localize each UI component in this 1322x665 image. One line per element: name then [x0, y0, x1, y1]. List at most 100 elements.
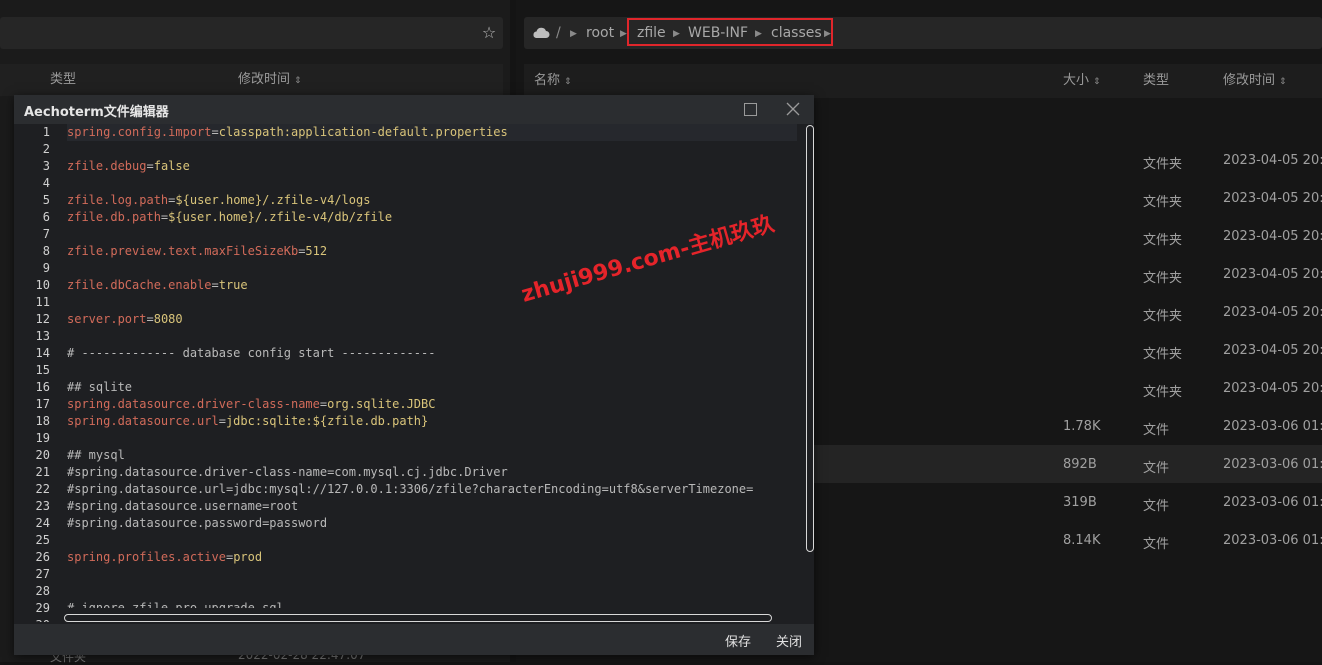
cloud-icon[interactable] [532, 27, 550, 39]
line-number: 13 [35, 329, 50, 343]
line-number-gutter: 1 2 3 4 5 6 7 8 9 10 11 12 13 14 15 16 17 18 19 20 21 22 23 24 2… [14, 124, 64, 622]
row-type: 文件夹 [1143, 271, 1183, 286]
sort-icon: ⇕ [564, 77, 572, 87]
horizontal-scrollbar[interactable] [64, 614, 772, 622]
annotation-highlight-box [627, 18, 833, 46]
editor-footer: 保存 关闭 [14, 624, 814, 655]
close-button[interactable]: 关闭 [776, 631, 802, 650]
property-key: zfile.log.path [67, 193, 169, 207]
line-number: 30 [14, 618, 50, 622]
code-line: spring.datasource.driver-class-name=org.… [67, 397, 435, 411]
sort-icon: ⇕ [1279, 77, 1287, 87]
property-value: org.sqlite.JDBC [327, 397, 436, 411]
row-modified: 2023-03-06 01:2 [1223, 419, 1322, 434]
comment: # ignore zfile-pro-upgrade.sql [67, 601, 284, 608]
row-modified: 2023-04-05 20:2 [1223, 381, 1322, 396]
code-line: zfile.log.path=${user.home}/.zfile-v4/lo… [67, 193, 370, 207]
equals-sign: = [211, 125, 219, 139]
maximize-icon[interactable] [744, 103, 757, 116]
line-number: 12 [35, 312, 50, 326]
row-size: 8.14K [1063, 533, 1101, 548]
row-type: 文件 [1143, 537, 1170, 552]
line-number: 24 [35, 516, 50, 530]
comment: #spring.datasource.url=jdbc:mysql://127.… [67, 482, 754, 496]
comment: #spring.datasource.driver-class-name=com… [67, 465, 508, 479]
line-number: 11 [35, 295, 50, 309]
caret-right-icon: ▶ [570, 29, 577, 39]
line-number: 22 [35, 482, 50, 496]
property-value: jdbc:sqlite:${zfile.db.path} [225, 414, 429, 428]
equals-sign: = [218, 414, 226, 428]
star-icon[interactable]: ☆ [480, 24, 498, 42]
code-line: server.port=8080 [67, 312, 183, 326]
row-type: 文件夹 [1143, 347, 1183, 362]
property-value: prod [233, 550, 263, 564]
line-number: 26 [35, 550, 50, 564]
line-number: 27 [35, 567, 50, 581]
row-modified: 2023-04-05 20:2 [1223, 229, 1322, 244]
line-number: 3 [42, 159, 50, 173]
left-col-modified[interactable]: 修改时间 ⇕ [238, 64, 302, 97]
equals-sign: = [146, 159, 154, 173]
code-line: # ignore zfile-pro-upgrade.sql [67, 601, 284, 608]
row-type: 文件夹 [1143, 309, 1183, 324]
file-editor-dialog: Aechoterm文件编辑器 1 2 3 4 5 6 7 8 9 10 11 12 13 14 15 16 17… [14, 95, 814, 655]
editor-title: Aechoterm文件编辑器 [24, 105, 169, 120]
line-number: 21 [35, 465, 50, 479]
line-number: 15 [35, 363, 50, 377]
code-line: ## sqlite [67, 380, 132, 394]
sort-icon: ⇕ [1093, 77, 1101, 87]
col-name[interactable]: 名称 ⇕ [534, 65, 572, 98]
col-modified-label: 修改时间 [1223, 73, 1276, 88]
code-line: #spring.datasource.driver-class-name=com… [67, 465, 508, 479]
comment: # ------------- database config start --… [67, 346, 436, 360]
code-line: spring.config.import=classpath:applicati… [67, 125, 508, 139]
editor-title-bar[interactable]: Aechoterm文件编辑器 [14, 95, 814, 124]
row-size: 1.78K [1063, 419, 1101, 434]
code-line: zfile.preview.text.maxFileSizeKb=512 [67, 244, 327, 258]
property-value: 8080 [153, 312, 183, 326]
property-key: server.port [67, 312, 147, 326]
property-key: spring.datasource.url [67, 414, 219, 428]
comment: #spring.datasource.username=root [67, 499, 299, 513]
row-type: 文件 [1143, 423, 1170, 438]
line-number: 18 [35, 414, 50, 428]
col-modified[interactable]: 修改时间 ⇕ [1223, 65, 1287, 98]
row-modified: 2023-03-06 01:2 [1223, 533, 1322, 548]
row-modified: 2023-03-06 01:2 [1223, 457, 1322, 472]
close-icon[interactable] [786, 102, 800, 116]
line-number: 29 [35, 601, 50, 615]
row-type: 文件 [1143, 499, 1170, 514]
caret-right-icon: ▶ [620, 29, 627, 39]
property-value: ${user.home}/.zfile-v4/db/zfile [168, 210, 393, 224]
line-number: 19 [35, 431, 50, 445]
line-number: 5 [42, 193, 50, 207]
row-size: 892B [1063, 457, 1097, 472]
code-line: spring.profiles.active=prod [67, 550, 262, 564]
line-number: 9 [42, 261, 50, 275]
row-type: 文件夹 [1143, 195, 1183, 210]
code-line: #spring.datasource.username=root [67, 499, 298, 513]
vertical-scrollbar[interactable] [806, 125, 814, 552]
row-type: 文件夹 [1143, 157, 1183, 172]
line-number: 4 [42, 176, 50, 190]
col-type[interactable]: 类型 [1143, 65, 1169, 97]
col-size[interactable]: 大小 ⇕ [1063, 65, 1101, 98]
save-button[interactable]: 保存 [725, 631, 751, 650]
property-value: 512 [305, 244, 328, 258]
comment: #spring.datasource.password=password [67, 516, 328, 530]
line-number: 8 [42, 244, 50, 258]
row-size: 319B [1063, 495, 1097, 510]
property-value: false [153, 159, 190, 173]
left-table-header: 类型 修改时间 ⇕ [0, 64, 503, 96]
code-editor[interactable]: spring.config.import=classpath:applicati… [67, 124, 797, 608]
left-col-type[interactable]: 类型 [50, 64, 76, 96]
code-line: zfile.dbCache.enable=true [67, 278, 248, 292]
comment: ## mysql [67, 448, 125, 462]
breadcrumb-root[interactable]: root [586, 17, 614, 49]
line-number: 20 [35, 448, 50, 462]
right-table-header: 名称 ⇕ 大小 ⇕ 类型 修改时间 ⇕ [524, 64, 1322, 98]
code-line: #spring.datasource.password=password [67, 516, 327, 530]
property-key: spring.profiles.active [67, 550, 226, 564]
left-address-bar[interactable] [0, 17, 503, 49]
